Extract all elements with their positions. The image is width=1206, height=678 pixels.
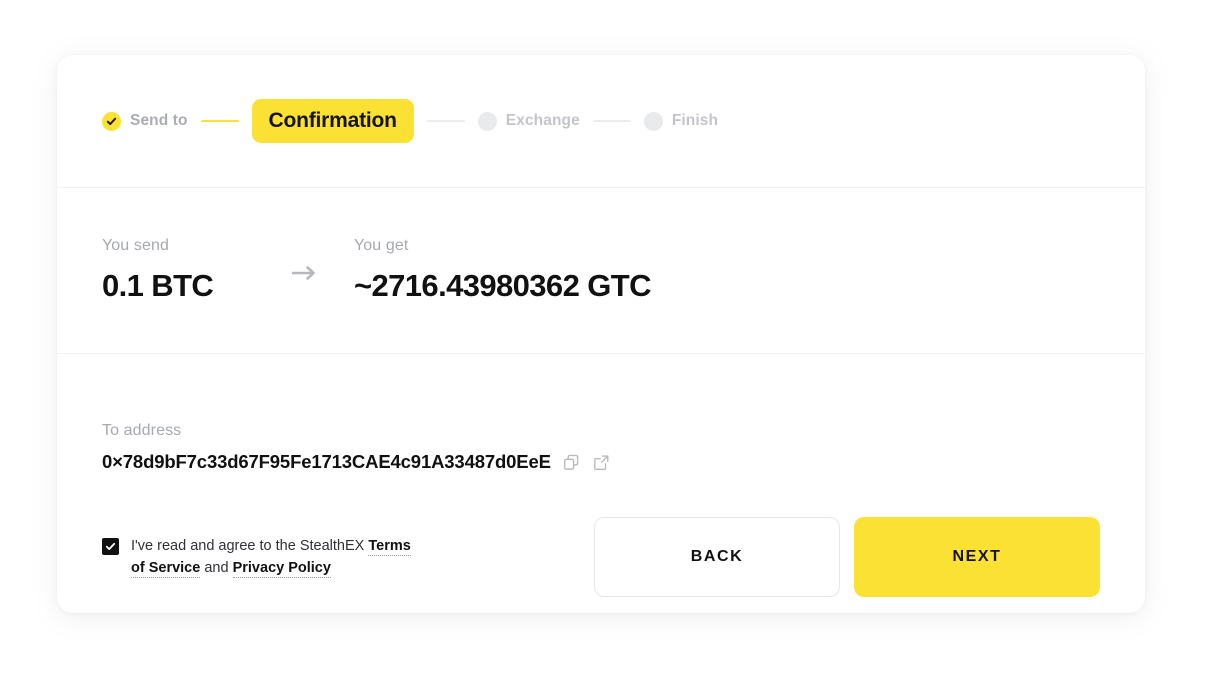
exchange-amounts-section: You send 0.1 BTC You get ~2716.43980362 …: [57, 187, 1145, 353]
you-get-label: You get: [354, 236, 409, 254]
to-address-label: To address: [102, 422, 182, 439]
terms-checkbox[interactable]: [102, 537, 119, 555]
to-address-section: To address 0×78d9bF7c33d67F95Fe1713CAE4c…: [57, 354, 1145, 514]
step-finish-dot-icon: [643, 111, 663, 131]
step-exchange[interactable]: Exchange: [477, 111, 580, 131]
card-footer: I've read and agree to the StealthEX Ter…: [102, 501, 1100, 613]
terms-text-prefix: I've read and agree to the StealthEX: [131, 537, 365, 554]
terms-text: I've read and agree to the StealthEX Ter…: [131, 535, 421, 580]
back-button[interactable]: BACK: [594, 517, 840, 597]
you-send-label: You send: [102, 236, 169, 254]
step-send-to-label: Send to: [130, 112, 188, 129]
step-finish-label: Finish: [671, 112, 719, 129]
step-confirmation[interactable]: Confirmation: [251, 99, 414, 143]
to-address-value-row: 0×78d9bF7c33d67F95Fe1713CAE4c91A33487d0E…: [102, 451, 1145, 473]
step-connector-3: [592, 120, 631, 122]
step-send-to[interactable]: Send to: [102, 111, 188, 131]
to-address-value: 0×78d9bF7c33d67F95Fe1713CAE4c91A33487d0E…: [102, 451, 551, 472]
step-exchange-label: Exchange: [505, 112, 580, 129]
terms-conjunction: and: [200, 560, 229, 576]
step-connector-2: [426, 120, 465, 122]
step-confirmation-label: Confirmation: [268, 109, 397, 132]
you-get-value: ~2716.43980362 GTC: [354, 267, 651, 303]
step-exchange-dot-icon: [477, 111, 497, 131]
you-get-block: You get ~2716.43980362 GTC: [354, 237, 651, 304]
exchange-confirmation-card: Send to Confirmation Exchange Finish You…: [57, 55, 1145, 613]
page-background: Send to Confirmation Exchange Finish You…: [0, 0, 1206, 678]
arrow-right-icon: [290, 265, 320, 281]
you-send-block: You send 0.1 BTC: [102, 237, 290, 304]
next-button[interactable]: NEXT: [854, 517, 1100, 597]
footer-buttons: BACK NEXT: [594, 517, 1100, 597]
step-connector-1: [200, 120, 239, 122]
you-send-value: 0.1 BTC: [102, 267, 214, 303]
terms-agreement[interactable]: I've read and agree to the StealthEX Ter…: [102, 535, 421, 580]
external-link-icon[interactable]: [592, 453, 611, 472]
copy-icon[interactable]: [562, 453, 581, 472]
step-finish[interactable]: Finish: [643, 111, 719, 131]
check-circle-icon: [102, 111, 121, 131]
privacy-policy-link[interactable]: Privacy Policy: [232, 560, 331, 578]
step-progress-bar: Send to Confirmation Exchange Finish: [57, 55, 1145, 187]
